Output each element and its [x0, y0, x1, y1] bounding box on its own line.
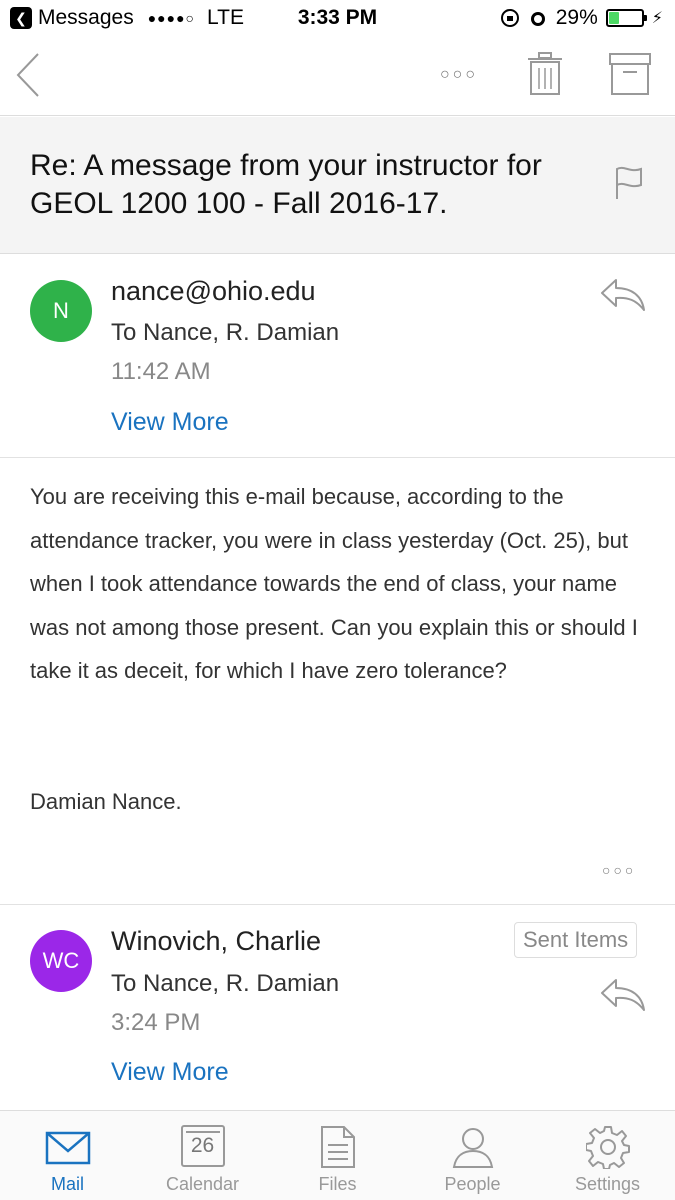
message-time: 3:24 PM — [111, 1009, 201, 1036]
divider — [0, 457, 675, 458]
trash-icon[interactable] — [526, 52, 564, 96]
avatar[interactable]: N — [30, 280, 92, 342]
reply-icon[interactable] — [600, 278, 646, 312]
battery-percent: 29% — [555, 6, 598, 29]
battery-icon — [605, 9, 647, 27]
people-icon — [405, 1125, 540, 1169]
charging-icon: ⚡ — [651, 10, 663, 27]
tab-settings[interactable]: Settings — [540, 1111, 675, 1200]
tab-files[interactable]: Files — [270, 1111, 405, 1200]
subject-bar: Re: A message from your instructor for G… — [0, 117, 675, 254]
files-icon — [270, 1125, 405, 1169]
message-subject: Re: A message from your instructor for G… — [30, 149, 542, 220]
tab-label: Mail — [50, 1174, 84, 1194]
tab-label: People — [444, 1174, 501, 1194]
back-chevron-icon[interactable] — [14, 52, 42, 98]
gear-icon — [540, 1125, 675, 1169]
calendar-day: 26 — [180, 1125, 225, 1167]
mail-icon — [0, 1125, 135, 1169]
archive-icon[interactable] — [608, 52, 652, 96]
status-bar: ❮ Messages ●●●●○ LTE 3:33 PM 29% ⚡ — [0, 0, 675, 38]
tab-calendar[interactable]: 26 Calendar — [135, 1111, 270, 1200]
sender-name[interactable]: Winovich, Charlie — [111, 926, 321, 957]
calendar-icon: 26 — [135, 1125, 270, 1169]
more-options-icon[interactable]: ○○○ — [440, 66, 478, 84]
tab-mail[interactable]: Mail — [0, 1111, 135, 1200]
flag-icon[interactable] — [614, 165, 644, 201]
folder-badge: Sent Items — [514, 922, 638, 958]
tab-bar: Mail 26 Calendar Files People Settings — [0, 1110, 675, 1200]
message-body: You are receiving this e-mail because, a… — [30, 484, 638, 683]
status-right: 29% ⚡ — [500, 6, 663, 30]
tab-label: Files — [318, 1174, 357, 1194]
reply-icon[interactable] — [600, 978, 646, 1012]
divider — [0, 904, 675, 905]
message-more-icon[interactable]: ○○○ — [602, 862, 636, 878]
tab-people[interactable]: People — [405, 1111, 540, 1200]
message-toolbar: ○○○ — [0, 38, 675, 116]
rotation-lock-icon — [500, 9, 519, 27]
tab-label: Calendar — [165, 1174, 240, 1194]
alarm-icon — [530, 12, 545, 26]
sender-name[interactable]: nance@ohio.edu — [111, 276, 316, 307]
message-time: 11:42 AM — [111, 358, 211, 385]
view-more-link[interactable]: View More — [111, 1058, 229, 1087]
recipients: To Nance, R. Damian — [111, 319, 340, 346]
view-more-link[interactable]: View More — [111, 408, 229, 437]
battery-fill — [608, 12, 619, 24]
recipients: To Nance, R. Damian — [111, 970, 340, 997]
tab-label: Settings — [574, 1174, 641, 1194]
message-signature: Damian Nance. — [30, 789, 182, 814]
avatar[interactable]: WC — [30, 930, 92, 992]
